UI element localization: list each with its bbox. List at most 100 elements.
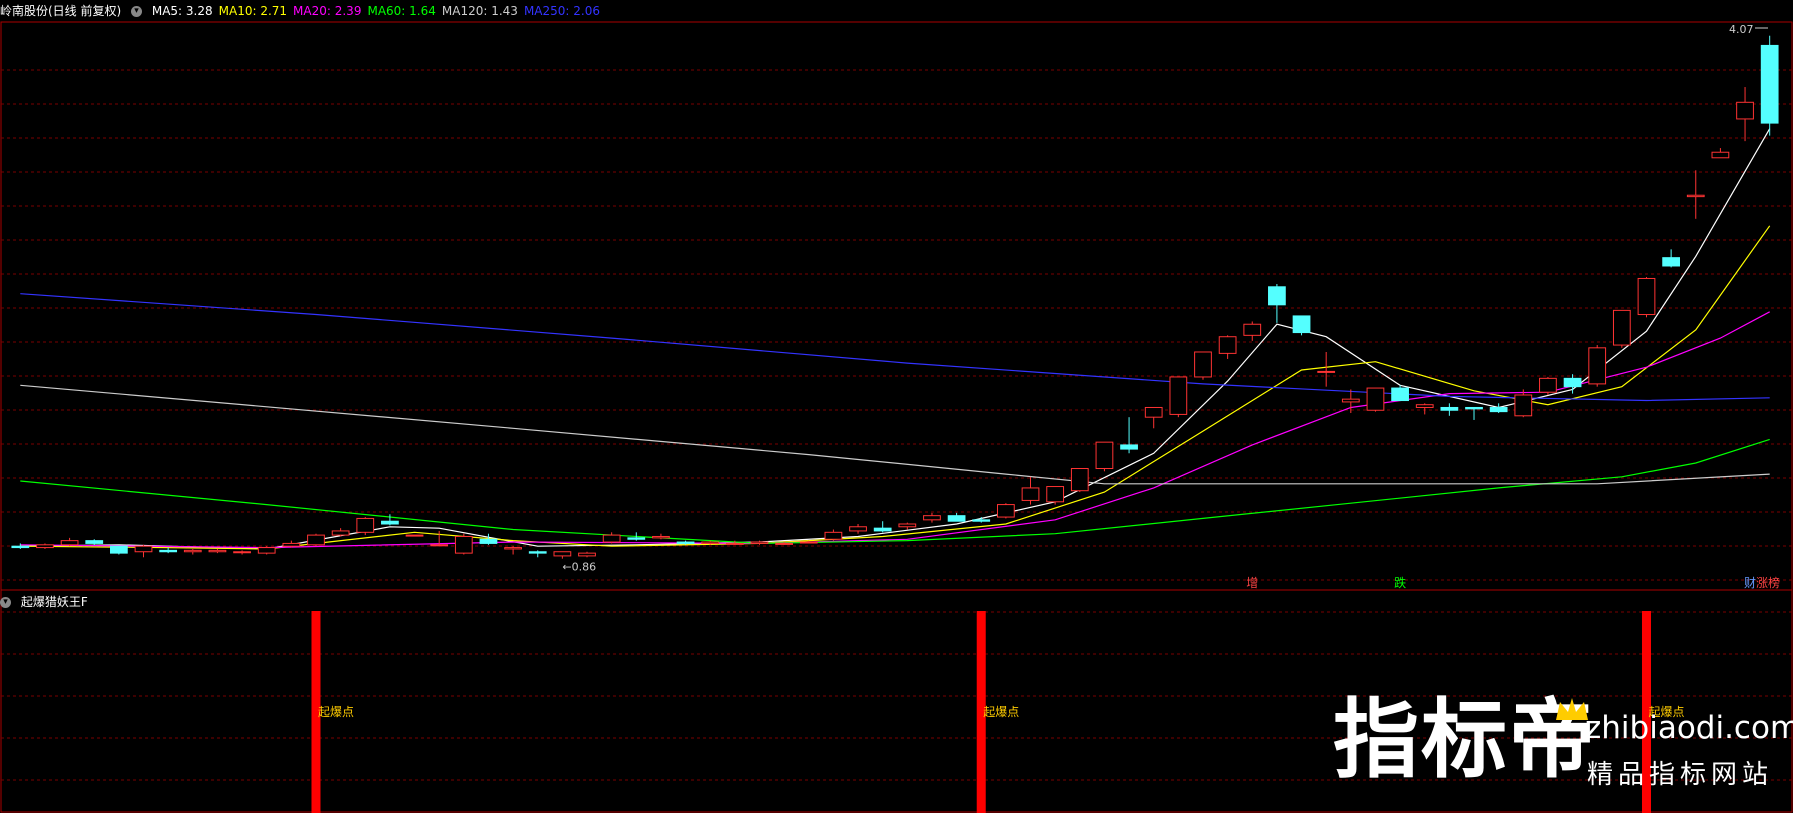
candle xyxy=(1588,345,1607,387)
candle xyxy=(1046,486,1065,505)
candle xyxy=(1440,403,1459,416)
candle-body xyxy=(1637,277,1656,316)
candle-body xyxy=(1514,394,1533,417)
candle-body xyxy=(1169,376,1188,415)
candle-body xyxy=(282,542,301,547)
candle-body xyxy=(1095,441,1114,470)
candle xyxy=(1415,403,1434,415)
candle xyxy=(1539,376,1557,395)
candle-body xyxy=(725,542,744,545)
indicator-title: 起爆猎妖王F xyxy=(20,595,88,609)
candle xyxy=(602,532,621,544)
candle xyxy=(1021,476,1040,505)
candle-body xyxy=(356,517,375,533)
candle-body xyxy=(36,544,54,549)
candle xyxy=(331,528,350,537)
candle-body xyxy=(627,537,646,540)
candle-body xyxy=(1711,151,1730,159)
candle-body xyxy=(1415,404,1434,408)
candle xyxy=(1120,417,1138,454)
ma-line-ma250 xyxy=(20,293,1770,402)
candle-body xyxy=(873,527,892,532)
candle-body xyxy=(652,535,670,539)
candle-body xyxy=(799,541,818,544)
candle xyxy=(1317,351,1336,387)
candle-body xyxy=(85,540,104,544)
candle-body xyxy=(923,515,941,521)
candle xyxy=(356,517,375,536)
candle xyxy=(1514,389,1533,418)
ma-legend-item: MA5: 3.28 xyxy=(151,4,213,18)
candle-body xyxy=(208,549,227,553)
candle-body xyxy=(479,538,498,544)
candle xyxy=(109,545,128,555)
ma-line-ma5 xyxy=(20,128,1771,550)
candle xyxy=(257,546,276,555)
stock-title: 岭南股份(日线 前复权) xyxy=(0,4,122,18)
candle-body xyxy=(257,547,276,554)
candle xyxy=(60,537,79,547)
candle xyxy=(1465,406,1483,420)
candle xyxy=(1169,376,1188,418)
ma-legend: MA5: 3.28 MA10: 2.71 MA20: 2.39 MA60: 1.64 M… xyxy=(152,4,606,18)
candle xyxy=(454,533,473,555)
candle-body xyxy=(701,541,720,544)
candle-body xyxy=(553,551,572,557)
candle-body xyxy=(1760,44,1779,124)
candle xyxy=(1637,277,1656,318)
candle xyxy=(578,551,596,558)
candle-body xyxy=(898,523,917,528)
signal-label: 起爆点 xyxy=(983,705,1019,719)
candle xyxy=(307,533,325,547)
candle xyxy=(504,546,522,555)
candle xyxy=(849,523,867,534)
candle xyxy=(85,539,104,545)
candle-body xyxy=(1341,398,1360,403)
price-panel-header: 岭南股份(日线 前复权) ▾ MA5: 3.28 MA10: 2.71 MA20: … xyxy=(0,0,612,22)
candle-body xyxy=(60,540,79,546)
candle xyxy=(1268,284,1286,323)
candle xyxy=(1366,387,1385,412)
ma-legend-item: MA60: 1.64 xyxy=(367,4,436,18)
candle-body xyxy=(1686,194,1705,198)
candle xyxy=(1711,148,1730,159)
candle-body xyxy=(1120,444,1138,450)
candle-body xyxy=(1612,309,1631,346)
collapse-icon[interactable]: ▾ xyxy=(0,597,11,608)
candle-body xyxy=(1292,315,1311,334)
collapse-icon[interactable]: ▾ xyxy=(131,6,143,17)
candle-body xyxy=(331,530,350,536)
candle xyxy=(405,534,424,537)
signal-label: 起爆点 xyxy=(318,705,354,719)
event-badge: 榜 xyxy=(1768,575,1780,590)
high-price-label: 4.07 xyxy=(1729,23,1754,36)
candle xyxy=(282,540,301,548)
candle-body xyxy=(1243,323,1262,336)
ma-legend-item: MA120: 1.43 xyxy=(441,4,518,18)
candle xyxy=(183,548,202,555)
candle xyxy=(159,547,178,554)
candle-body xyxy=(1366,387,1385,411)
candle xyxy=(1218,335,1237,359)
candle-body xyxy=(11,545,30,549)
candle xyxy=(1612,309,1631,348)
candle xyxy=(1662,249,1681,268)
candle xyxy=(208,548,227,554)
low-price-label: ←0.86 xyxy=(562,561,596,574)
candle xyxy=(996,503,1015,519)
candle xyxy=(1489,403,1508,414)
candle-body xyxy=(1268,286,1286,306)
candle-body xyxy=(1662,257,1681,267)
candle xyxy=(1391,385,1409,402)
candle-body xyxy=(775,542,794,545)
candle xyxy=(479,533,498,545)
candle-body xyxy=(430,544,449,547)
candle xyxy=(1760,35,1779,136)
ma-line-ma60 xyxy=(20,438,1770,545)
candle xyxy=(1292,315,1311,336)
candle xyxy=(947,512,966,522)
candle-body xyxy=(1046,486,1065,503)
stock-chart-window[interactable]: 起爆点 起爆点 起爆点 4.07 ←0.86 增跌财涨榜 岭南股份(日线 前复权) ▾ … xyxy=(0,0,1793,813)
candle xyxy=(1243,321,1262,341)
event-badge: 涨 xyxy=(1756,575,1768,590)
